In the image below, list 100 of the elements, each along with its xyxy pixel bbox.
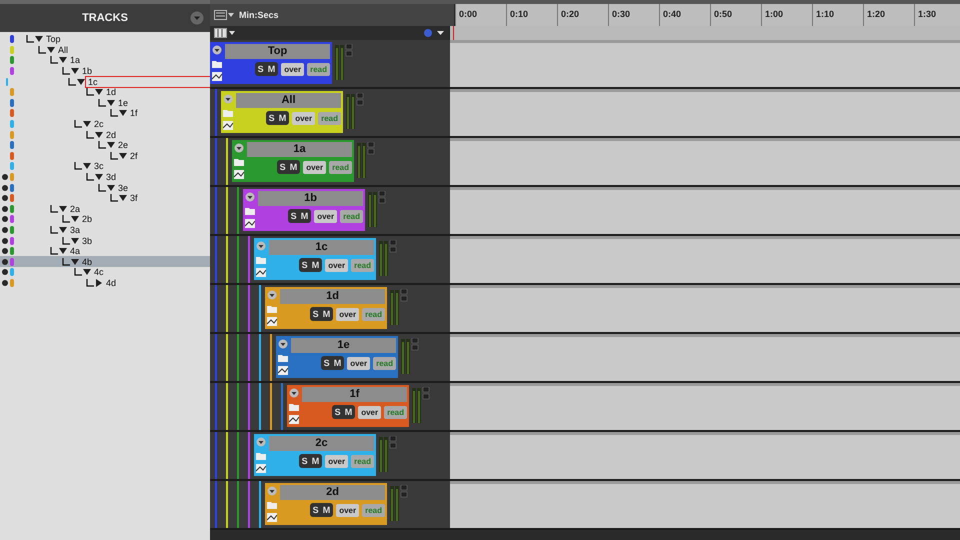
- solo-button[interactable]: S: [334, 406, 342, 418]
- mute-button[interactable]: M: [332, 357, 342, 369]
- expanded-triangle-icon[interactable]: [83, 120, 91, 128]
- automation-icon[interactable]: [267, 513, 277, 522]
- visibility-dot-icon[interactable]: [2, 269, 8, 276]
- expand-circle-icon[interactable]: [289, 388, 299, 398]
- automation-icon[interactable]: [245, 219, 255, 228]
- visibility-dot-icon[interactable]: [2, 206, 8, 212]
- voice-button[interactable]: over: [336, 504, 360, 516]
- track-name-field[interactable]: 2c: [269, 436, 374, 451]
- expanded-triangle-icon[interactable]: [71, 258, 79, 266]
- visibility-dot-icon[interactable]: [2, 174, 8, 180]
- track-name-field[interactable]: 1f: [302, 387, 407, 402]
- mute-button[interactable]: M: [300, 210, 310, 222]
- track-list-row[interactable]: 3f: [0, 192, 210, 204]
- track-list-row[interactable]: 1e: [0, 98, 210, 108]
- expanded-triangle-icon[interactable]: [59, 247, 67, 256]
- mute-button[interactable]: M: [310, 259, 320, 271]
- expanded-triangle-icon[interactable]: [71, 215, 79, 224]
- track-list-row[interactable]: 2e: [0, 140, 210, 151]
- expanded-triangle-icon[interactable]: [119, 194, 127, 202]
- mute-button[interactable]: M: [322, 308, 332, 320]
- collapsed-triangle-icon[interactable]: [95, 278, 103, 287]
- track-list-row[interactable]: 4d: [0, 278, 210, 288]
- track-list-row[interactable]: 1f: [0, 108, 210, 119]
- automation-icon[interactable]: [267, 317, 277, 326]
- track-list-row[interactable]: 1c: [0, 76, 210, 87]
- visibility-dot-icon[interactable]: [2, 248, 8, 254]
- solo-button[interactable]: S: [278, 161, 287, 173]
- track-name-field[interactable]: Top: [225, 44, 330, 59]
- expanded-triangle-icon[interactable]: [77, 78, 85, 86]
- expanded-triangle-icon[interactable]: [59, 204, 67, 213]
- voice-button[interactable]: over: [281, 62, 304, 76]
- track-list-row[interactable]: Top: [0, 34, 210, 45]
- track-list-row[interactable]: 4a: [0, 246, 210, 256]
- automation-icon[interactable]: [256, 464, 266, 473]
- expanded-triangle-icon[interactable]: [107, 98, 115, 107]
- solo-button[interactable]: S: [300, 455, 309, 467]
- visibility-dot-icon[interactable]: [2, 258, 8, 265]
- track-name-field[interactable]: 1a: [247, 142, 352, 157]
- mute-button[interactable]: M: [288, 161, 298, 173]
- solo-button[interactable]: S: [256, 63, 265, 75]
- expanded-triangle-icon[interactable]: [47, 46, 55, 54]
- solo-button[interactable]: S: [300, 259, 309, 271]
- expanded-triangle-icon[interactable]: [95, 173, 103, 182]
- expanded-triangle-icon[interactable]: [71, 236, 79, 245]
- solo-button[interactable]: S: [290, 210, 298, 222]
- mute-button[interactable]: M: [322, 504, 332, 516]
- visibility-dot-icon[interactable]: [2, 184, 8, 191]
- track-name-field[interactable]: 1e: [291, 338, 396, 353]
- track-name-field[interactable]: 1b: [258, 191, 363, 206]
- expand-circle-icon[interactable]: [267, 290, 277, 300]
- expand-circle-icon[interactable]: [278, 339, 288, 349]
- track-list-row[interactable]: 3c: [0, 161, 210, 172]
- automation-icon[interactable]: [289, 415, 299, 424]
- track-name-field[interactable]: 2d: [280, 485, 385, 500]
- voice-button[interactable]: over: [325, 258, 348, 272]
- track-list-row[interactable]: 1b: [0, 66, 210, 76]
- expanded-triangle-icon[interactable]: [59, 56, 67, 64]
- automation-icon[interactable]: [212, 72, 222, 81]
- dropdown-icon[interactable]: [190, 11, 204, 25]
- track-list-row[interactable]: 2f: [0, 150, 210, 162]
- voice-button[interactable]: over: [292, 112, 316, 124]
- solo-button[interactable]: S: [322, 357, 331, 369]
- expanded-triangle-icon[interactable]: [71, 67, 79, 76]
- track-list-row[interactable]: 2c: [0, 118, 210, 130]
- automation-icon[interactable]: [223, 121, 233, 130]
- expanded-triangle-icon[interactable]: [95, 88, 103, 96]
- voice-button[interactable]: over: [358, 406, 382, 418]
- automation-icon[interactable]: [256, 268, 266, 277]
- expanded-triangle-icon[interactable]: [95, 130, 103, 139]
- track-name-field[interactable]: 1c: [269, 240, 374, 255]
- expanded-triangle-icon[interactable]: [35, 35, 43, 44]
- mute-button[interactable]: M: [344, 406, 354, 418]
- track-list-row[interactable]: 3a: [0, 224, 210, 236]
- expand-circle-icon[interactable]: [223, 94, 233, 104]
- ruler-menu-icon[interactable]: [214, 10, 234, 20]
- voice-button[interactable]: over: [303, 160, 326, 174]
- expanded-triangle-icon[interactable]: [107, 141, 115, 150]
- mute-button[interactable]: M: [310, 455, 320, 467]
- track-list-row[interactable]: 2d: [0, 129, 210, 140]
- expand-circle-icon[interactable]: [267, 486, 277, 496]
- expanded-triangle-icon[interactable]: [119, 109, 127, 118]
- track-list-row[interactable]: 1d: [0, 86, 210, 98]
- view-menu-icon[interactable]: [214, 28, 236, 38]
- expand-circle-icon[interactable]: [256, 437, 266, 447]
- track-list-row[interactable]: 2b: [0, 214, 210, 225]
- visibility-dot-icon[interactable]: [2, 238, 8, 244]
- track-list-row[interactable]: 1a: [0, 55, 210, 66]
- expand-circle-icon[interactable]: [212, 45, 222, 55]
- mute-button[interactable]: M: [266, 63, 276, 75]
- expanded-triangle-icon[interactable]: [119, 152, 127, 160]
- visibility-dot-icon[interactable]: [2, 195, 8, 202]
- expanded-triangle-icon[interactable]: [107, 184, 115, 192]
- voice-button[interactable]: over: [325, 454, 348, 468]
- visibility-dot-icon[interactable]: [2, 226, 8, 233]
- track-list-row[interactable]: 3d: [0, 172, 210, 182]
- voice-button[interactable]: over: [347, 356, 370, 370]
- track-list-row[interactable]: 4c: [0, 267, 210, 278]
- expanded-triangle-icon[interactable]: [83, 268, 91, 276]
